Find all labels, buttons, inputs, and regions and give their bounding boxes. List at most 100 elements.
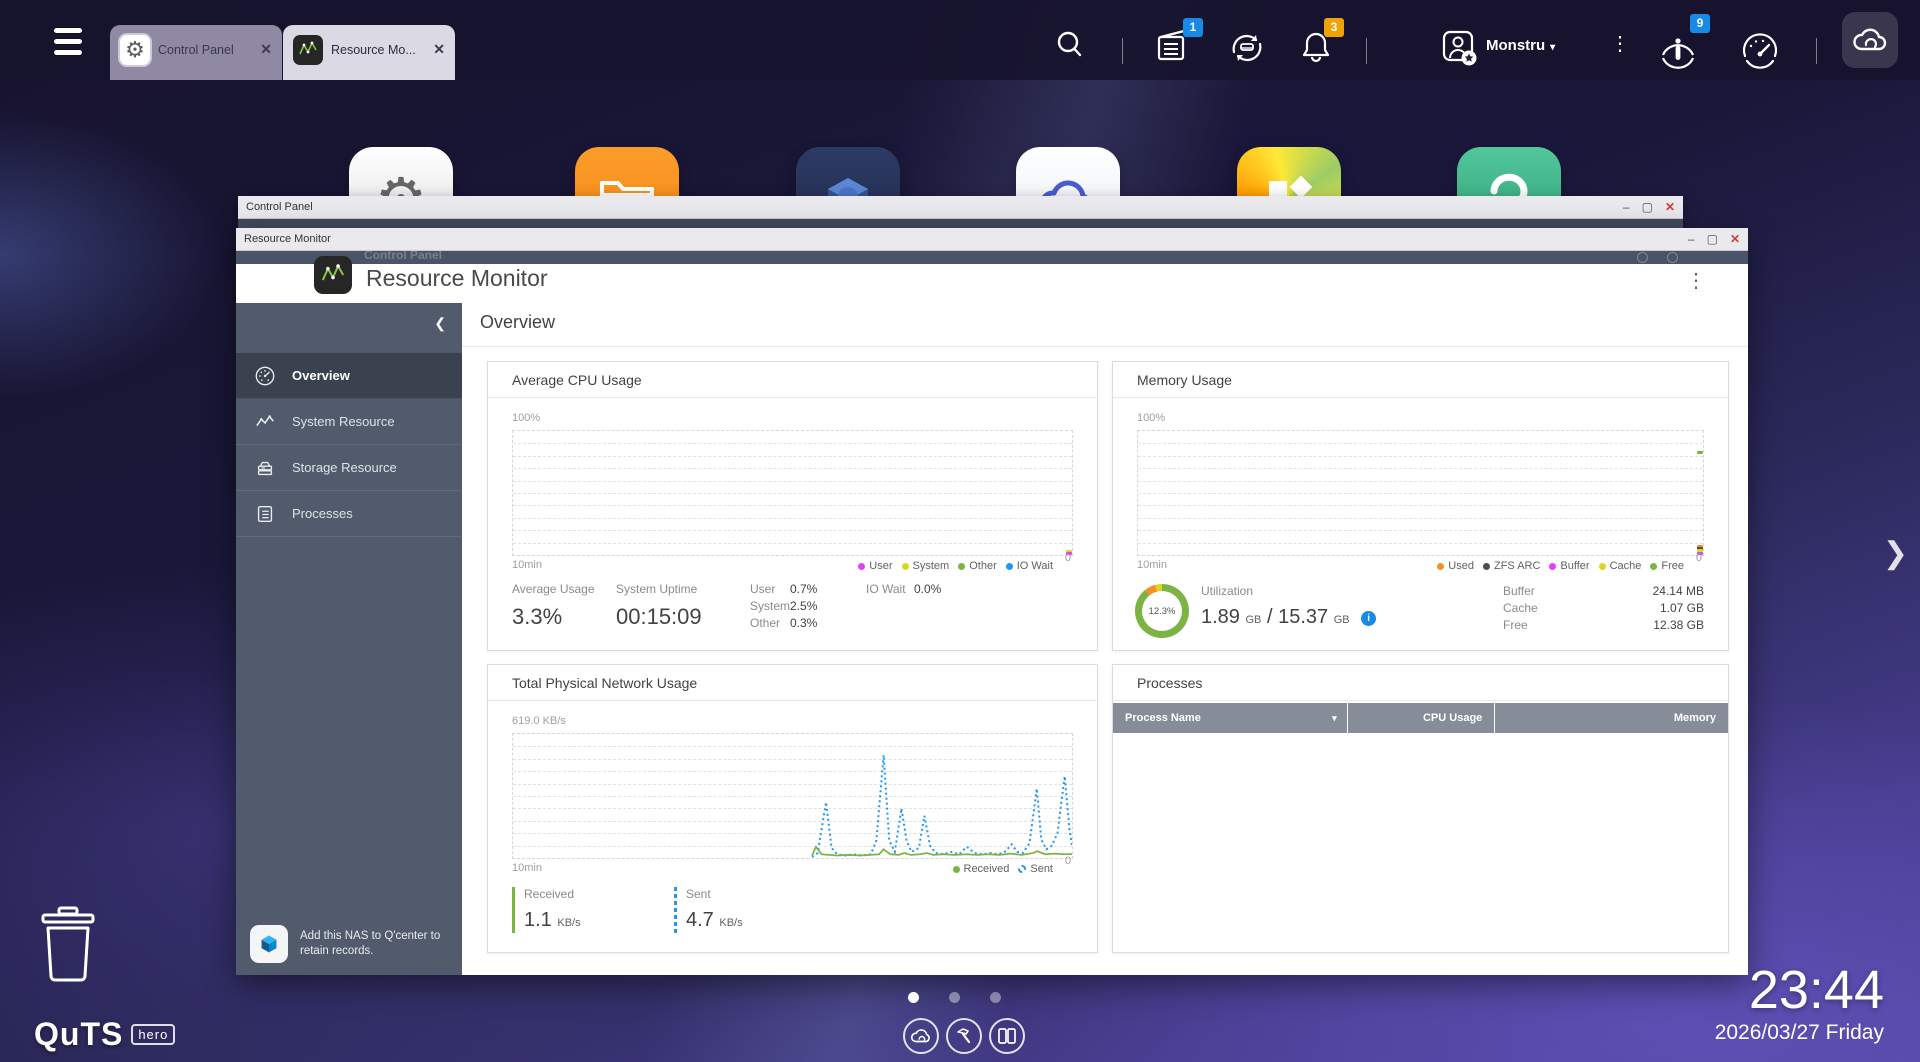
- y-axis-zero-label: 0: [1065, 855, 1071, 867]
- window-title: Resource Monitor: [244, 233, 1688, 245]
- main-menu-icon[interactable]: [54, 28, 84, 62]
- used-value: 1.89: [1201, 606, 1240, 628]
- search-icon[interactable]: [1052, 27, 1088, 68]
- minimize-icon[interactable]: –: [1688, 233, 1695, 245]
- column-cpu-usage[interactable]: CPU Usage: [1347, 703, 1495, 733]
- chevron-down-icon: ▾: [1550, 42, 1555, 53]
- dock-tutorial-icon[interactable]: [989, 1018, 1025, 1054]
- tab-control-panel[interactable]: ⚙ Control Panel ✕: [110, 25, 282, 80]
- logo-tag: hero: [131, 1024, 175, 1045]
- stat-label: Utilization: [1201, 584, 1253, 598]
- pager-dot-2[interactable]: [949, 992, 960, 1003]
- column-memory[interactable]: Memory: [1494, 703, 1728, 733]
- separator: /: [1267, 606, 1273, 628]
- control-panel-titlebar[interactable]: Control Panel – ▢ ✕: [238, 196, 1683, 219]
- legend-dot: [1018, 865, 1026, 873]
- sidebar-item-processes[interactable]: Processes: [236, 491, 462, 537]
- qcenter-promo[interactable]: Add this NAS to Q'center to retain recor…: [250, 925, 450, 963]
- utilization-pct: 12.3%: [1142, 591, 1182, 631]
- legend-item-received: Received: [953, 863, 1010, 875]
- memory-usage-chart: [1137, 430, 1704, 556]
- legend-dot: [902, 563, 909, 570]
- legend-dot: [1437, 563, 1444, 570]
- legend-item-used: Used: [1437, 560, 1474, 572]
- system-info-icon[interactable]: [1656, 28, 1700, 75]
- legend-item-buffer: Buffer: [1549, 560, 1589, 572]
- user-menu[interactable]: Monstru ▾: [1486, 37, 1555, 54]
- gridline: [513, 530, 1072, 531]
- gridline: [513, 481, 1072, 482]
- close-icon[interactable]: ✕: [1665, 201, 1675, 213]
- maximize-icon[interactable]: ▢: [1707, 233, 1718, 245]
- memory-used-total: 1.89 GB / 15.37 GB i: [1201, 606, 1376, 629]
- average-usage-value: 3.3%: [512, 604, 562, 630]
- divider: [1366, 38, 1367, 64]
- dock-tools-icon[interactable]: [946, 1018, 982, 1054]
- gridline: [1138, 468, 1703, 469]
- quts-hero-logo: QuTS hero: [34, 1016, 175, 1053]
- sort-caret-icon[interactable]: ▾: [1332, 713, 1337, 724]
- desktop-dock: [903, 1018, 1025, 1054]
- app-header: Resource Monitor ⋮: [236, 264, 1748, 303]
- y-axis-zero-label: 0: [1065, 552, 1071, 564]
- used-unit: GB: [1246, 614, 1262, 626]
- sidebar-item-overview[interactable]: Overview: [236, 353, 462, 399]
- sync-icon[interactable]: [1226, 28, 1268, 73]
- stat-label: Sent: [686, 887, 711, 901]
- chart-legend: UsedZFS ARCBufferCacheFree: [1437, 560, 1684, 572]
- gridline: [513, 518, 1072, 519]
- qcenter-icon: [250, 925, 288, 963]
- sidebar-item-label: System Resource: [292, 414, 395, 429]
- y-axis-zero-label: 0: [1696, 552, 1702, 564]
- close-icon[interactable]: ✕: [1730, 233, 1740, 245]
- stat-label: IO Wait: [866, 582, 914, 596]
- page-title: Overview: [480, 312, 555, 333]
- legend-dot: [1599, 563, 1606, 570]
- dashboard-gauge-icon[interactable]: [1738, 28, 1782, 75]
- pager-dot-3[interactable]: [990, 992, 1001, 1003]
- gridline: [513, 505, 1072, 506]
- stat-label: Free: [1503, 618, 1528, 632]
- resource-monitor-icon: [293, 35, 323, 65]
- sidebar-item-storage-resource[interactable]: Storage Resource: [236, 445, 462, 491]
- resource-monitor-titlebar[interactable]: Resource Monitor – ▢ ✕: [236, 228, 1748, 251]
- maximize-icon[interactable]: ▢: [1642, 201, 1653, 213]
- ghost-title: Control Panel: [364, 251, 442, 262]
- close-icon[interactable]: ✕: [433, 41, 445, 58]
- user-name-label: Monstru: [1486, 37, 1545, 54]
- buffer-value: 24.14 MB: [1653, 584, 1704, 598]
- chart-series-svg: [513, 734, 1072, 858]
- window-strip: Control Panel: [236, 251, 1748, 264]
- app-kebab-icon[interactable]: ⋮: [1686, 268, 1706, 293]
- dock-cloud-icon[interactable]: [903, 1018, 939, 1054]
- more-options-kebab-icon[interactable]: ⋮: [1610, 31, 1630, 56]
- window-resource-monitor[interactable]: Resource Monitor – ▢ ✕ Control Panel Res…: [236, 228, 1748, 975]
- gridline: [1138, 543, 1703, 544]
- close-icon[interactable]: ✕: [260, 41, 272, 58]
- cache-row: Cache: [1503, 601, 1538, 615]
- info-icon[interactable]: i: [1361, 611, 1376, 626]
- pager-dot-1[interactable]: [908, 992, 919, 1003]
- cpu-usage-chart: [512, 430, 1073, 556]
- sidebar-item-label: Overview: [292, 368, 350, 383]
- divider: [1816, 38, 1817, 64]
- gridline: [1138, 505, 1703, 506]
- column-process-name[interactable]: Process Name ▾: [1113, 703, 1347, 733]
- processes-table-header: Process Name ▾ CPU Usage Memory: [1113, 703, 1728, 733]
- user-avatar-icon[interactable]: [1438, 26, 1482, 75]
- chart-legend: UserSystemOtherIO Wait: [858, 560, 1053, 572]
- next-page-chevron-icon[interactable]: ❯: [1883, 536, 1908, 571]
- clock-date: 2026/03/27 Friday: [1715, 1021, 1884, 1045]
- sidebar-collapse-icon[interactable]: ❮: [434, 315, 446, 332]
- network-usage-chart: [512, 733, 1073, 859]
- myqnapcloud-icon[interactable]: [1842, 12, 1898, 68]
- desktop: ⚙ Control Panel ✕ Resource Mo... ✕ 1 3: [0, 0, 1920, 1062]
- gridline: [513, 443, 1072, 444]
- tasks-badge: 1: [1183, 18, 1203, 37]
- tab-resource-monitor[interactable]: Resource Mo... ✕: [283, 25, 455, 80]
- recycle-bin-icon[interactable]: [37, 906, 99, 987]
- minimize-icon[interactable]: –: [1623, 201, 1630, 213]
- sidebar-item-system-resource[interactable]: System Resource: [236, 399, 462, 445]
- clock-time: 23:44: [1715, 962, 1884, 1019]
- received-marker: [512, 887, 515, 933]
